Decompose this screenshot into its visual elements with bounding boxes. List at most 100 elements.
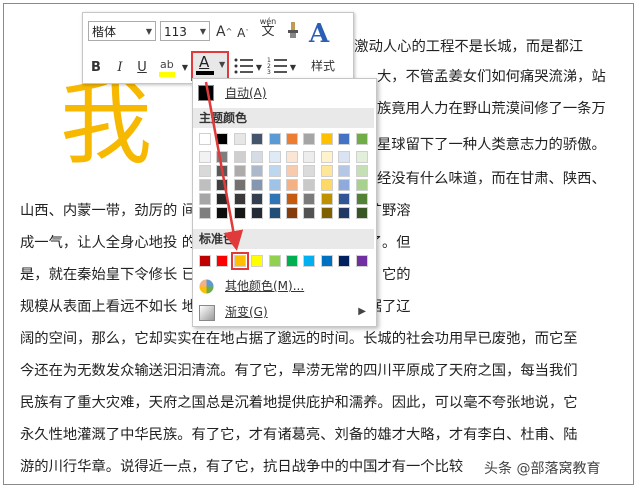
format-painter-icon[interactable] — [284, 21, 302, 39]
theme-color-swatch[interactable] — [268, 193, 281, 205]
theme-color-swatch[interactable] — [233, 133, 246, 145]
theme-color-swatch[interactable] — [338, 207, 351, 219]
theme-color-swatch[interactable] — [320, 133, 333, 145]
theme-color-swatch[interactable] — [199, 165, 211, 177]
theme-color-swatch[interactable] — [199, 207, 211, 219]
theme-color-swatch[interactable] — [233, 193, 246, 205]
theme-color-swatch[interactable] — [286, 207, 298, 219]
theme-color-swatch[interactable] — [251, 193, 264, 205]
theme-color-swatch[interactable] — [216, 151, 229, 163]
theme-color-swatch[interactable] — [355, 133, 368, 145]
theme-color-swatch[interactable] — [320, 193, 333, 205]
chevron-down-icon: ▼ — [145, 27, 152, 36]
theme-color-swatch[interactable] — [338, 193, 351, 205]
theme-color-swatch[interactable] — [355, 193, 368, 205]
standard-color-swatch[interactable] — [355, 255, 368, 267]
theme-color-swatch[interactable] — [320, 179, 333, 191]
theme-color-swatch[interactable] — [320, 165, 333, 177]
theme-color-swatch[interactable] — [286, 165, 298, 177]
theme-color-swatch[interactable] — [233, 179, 246, 191]
theme-color-swatch[interactable] — [286, 193, 298, 205]
theme-color-swatch[interactable] — [355, 179, 368, 191]
chevron-down-icon[interactable]: ▼ — [181, 59, 189, 77]
theme-color-swatch[interactable] — [268, 207, 281, 219]
down-caret-icon: ˇ — [245, 29, 249, 37]
theme-color-swatch[interactable] — [286, 151, 298, 163]
theme-color-swatch[interactable] — [286, 133, 298, 145]
theme-color-swatch[interactable] — [251, 207, 264, 219]
standard-color-swatch[interactable] — [216, 255, 229, 267]
font-color-dropdown: 自动(A) 主题颜色 标准色 其他颜色(M)... 渐变(G) ▶ — [192, 78, 377, 327]
standard-color-swatch[interactable] — [320, 255, 333, 267]
standard-color-swatch[interactable] — [251, 255, 264, 267]
theme-color-swatch[interactable] — [199, 179, 211, 191]
theme-color-swatch[interactable] — [355, 165, 368, 177]
standard-color-swatch-selected[interactable] — [230, 252, 249, 270]
theme-color-swatch[interactable] — [355, 151, 368, 163]
theme-color-swatch[interactable] — [251, 151, 264, 163]
standard-color-swatch[interactable] — [338, 255, 351, 267]
theme-color-swatch[interactable] — [199, 133, 211, 145]
theme-color-swatch[interactable] — [303, 133, 316, 145]
font-name-select[interactable]: 楷体 ▼ — [88, 21, 156, 41]
theme-color-swatch[interactable] — [303, 165, 316, 177]
svg-text:ab: ab — [160, 58, 174, 71]
theme-color-swatch[interactable] — [338, 165, 351, 177]
theme-color-swatch[interactable] — [303, 151, 316, 163]
theme-color-swatch[interactable] — [320, 207, 333, 219]
styles-button-label[interactable]: 样式 — [311, 57, 335, 74]
theme-color-swatch[interactable] — [216, 207, 229, 219]
theme-color-swatch[interactable] — [338, 179, 351, 191]
font-color-bar — [196, 71, 214, 75]
theme-color-swatch[interactable] — [303, 207, 316, 219]
theme-color-swatch[interactable] — [268, 165, 281, 177]
theme-color-swatch[interactable] — [216, 193, 229, 205]
underline-button[interactable]: U — [135, 59, 149, 77]
bold-button[interactable]: B — [89, 59, 103, 77]
theme-color-swatch[interactable] — [216, 165, 229, 177]
theme-color-swatch[interactable] — [338, 133, 351, 145]
theme-color-swatch[interactable] — [268, 151, 281, 163]
theme-color-swatch[interactable] — [199, 193, 211, 205]
grow-font-button[interactable]: A^ — [216, 23, 232, 41]
theme-color-swatch[interactable] — [251, 179, 264, 191]
italic-button[interactable]: I — [113, 59, 127, 77]
theme-color-swatch[interactable] — [268, 179, 281, 191]
standard-color-swatch[interactable] — [286, 255, 298, 267]
font-size-select[interactable]: 113 ▼ — [160, 21, 210, 41]
gradient-swatch-icon — [199, 305, 215, 321]
theme-color-swatch[interactable] — [355, 207, 368, 219]
theme-color-swatch[interactable] — [216, 133, 229, 145]
phonetic-char-icon: 文 — [261, 24, 275, 39]
font-color-button[interactable]: A ▼ — [191, 51, 229, 81]
theme-colors-header: 主题颜色 — [193, 108, 374, 128]
more-colors-option[interactable]: 其他颜色(M)... — [193, 275, 374, 297]
theme-color-swatch[interactable] — [216, 179, 229, 191]
bullets-icon[interactable] — [233, 55, 255, 77]
highlight-color-button[interactable]: ab — [157, 55, 179, 79]
selected-large-character[interactable]: 我 — [60, 78, 152, 170]
chevron-down-icon[interactable]: ▼ — [255, 59, 263, 77]
theme-color-swatch[interactable] — [199, 151, 211, 163]
theme-color-swatch[interactable] — [251, 133, 264, 145]
theme-color-swatch[interactable] — [233, 165, 246, 177]
theme-color-swatch[interactable] — [233, 151, 246, 163]
theme-color-swatch[interactable] — [251, 165, 264, 177]
gradient-option[interactable]: 渐变(G) ▶ — [193, 301, 374, 323]
theme-color-swatch[interactable] — [320, 151, 333, 163]
standard-color-swatch[interactable] — [199, 255, 211, 267]
theme-color-swatch[interactable] — [338, 151, 351, 163]
standard-color-swatch[interactable] — [303, 255, 316, 267]
phonetic-guide-button[interactable]: wén 文 — [256, 17, 280, 47]
chevron-down-icon[interactable]: ▼ — [289, 59, 297, 77]
theme-color-swatch[interactable] — [268, 133, 281, 145]
shrink-font-button[interactable]: Aˇ — [236, 24, 250, 42]
theme-color-swatch[interactable] — [303, 179, 316, 191]
theme-color-swatch[interactable] — [303, 193, 316, 205]
theme-color-swatch[interactable] — [286, 179, 298, 191]
standard-color-swatch[interactable] — [268, 255, 281, 267]
theme-color-swatch[interactable] — [233, 207, 246, 219]
numbering-icon[interactable]: 123 — [267, 55, 289, 77]
styles-icon[interactable]: A — [309, 19, 329, 49]
automatic-color-option[interactable]: 自动(A) — [193, 82, 374, 104]
